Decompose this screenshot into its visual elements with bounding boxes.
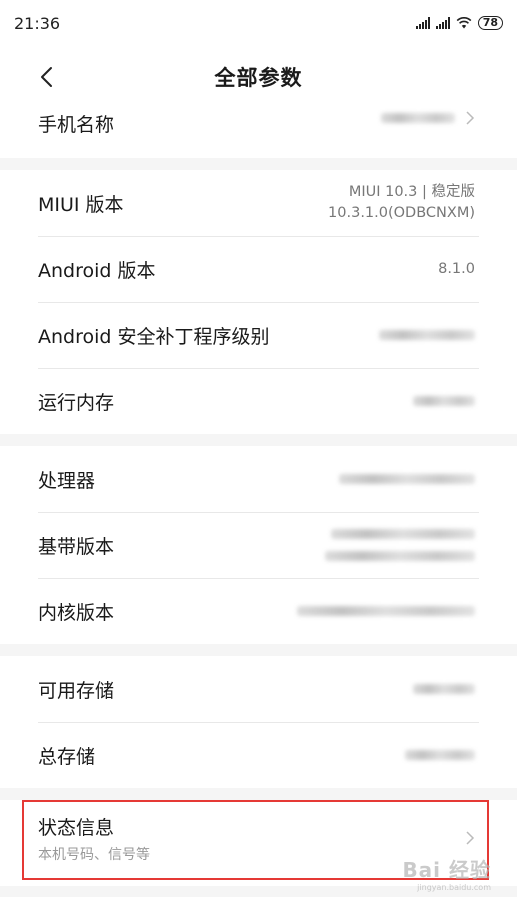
- miui-version-value: MIUI 10.3 | 稳定版 10.3.1.0(ODBCNXM): [328, 182, 475, 224]
- baseband-label: 基带版本: [38, 535, 115, 558]
- title-bar: 全部参数: [0, 46, 517, 108]
- watermark-brand: Bai 经验: [402, 858, 491, 882]
- status-icons: 78: [415, 16, 503, 30]
- redacted-value: [379, 330, 475, 340]
- miui-version-line2: 10.3.1.0(ODBCNXM): [328, 205, 475, 221]
- miui-version-label: MIUI 版本: [38, 193, 124, 216]
- android-version-label: Android 版本: [38, 259, 156, 282]
- redacted-value: [325, 529, 475, 561]
- total-storage-row: 总存储: [0, 722, 517, 788]
- section-divider: [0, 158, 517, 170]
- phone-name-row[interactable]: 手机名称: [0, 108, 517, 158]
- phone-name-label: 手机名称: [38, 114, 115, 136]
- chevron-right-icon: [466, 831, 475, 845]
- status-bar: 21:36 78: [0, 0, 517, 46]
- processor-label: 处理器: [38, 469, 96, 492]
- section-divider: [0, 644, 517, 656]
- baseband-row: 基带版本: [0, 512, 517, 578]
- page-title: 全部参数: [214, 66, 303, 90]
- signal-icon: [415, 17, 430, 29]
- back-button[interactable]: [34, 62, 60, 92]
- security-patch-row: Android 安全补丁程序级别: [0, 302, 517, 368]
- processor-row: 处理器: [0, 446, 517, 512]
- available-storage-row: 可用存储: [0, 656, 517, 722]
- section-divider: [0, 434, 517, 446]
- ram-row: 运行内存: [0, 368, 517, 434]
- redacted-value: [381, 113, 455, 123]
- total-storage-label: 总存储: [38, 745, 96, 768]
- redacted-value: [339, 474, 475, 484]
- battery-icon: 78: [477, 16, 503, 30]
- redacted-value: [297, 606, 475, 616]
- miui-version-line1: MIUI 10.3 | 稳定版: [348, 184, 475, 200]
- available-storage-label: 可用存储: [38, 679, 115, 702]
- security-patch-label: Android 安全补丁程序级别: [38, 325, 270, 348]
- redacted-value: [413, 684, 475, 694]
- kernel-row: 内核版本: [0, 578, 517, 644]
- miui-version-row: MIUI 版本 MIUI 10.3 | 稳定版 10.3.1.0(ODBCNXM…: [0, 170, 517, 236]
- status-info-subtitle: 本机号码、信号等: [38, 846, 150, 863]
- phone-name-value: [381, 110, 475, 126]
- kernel-label: 内核版本: [38, 601, 115, 624]
- wifi-icon: [456, 17, 472, 29]
- android-version-row: Android 版本 8.1.0: [0, 236, 517, 302]
- redacted-value: [405, 750, 475, 760]
- status-time: 21:36: [14, 13, 61, 33]
- android-version-value: 8.1.0: [438, 260, 475, 277]
- watermark-logo: Bai 经验 jingyan.baidu.com: [402, 854, 491, 892]
- redacted-value: [413, 396, 475, 406]
- signal-icon: [435, 17, 450, 29]
- ram-label: 运行内存: [38, 391, 115, 414]
- status-info-label: 状态信息: [38, 816, 115, 839]
- watermark-url: jingyan.baidu.com: [417, 883, 491, 892]
- section-divider: [0, 788, 517, 800]
- chevron-right-icon: [466, 111, 475, 125]
